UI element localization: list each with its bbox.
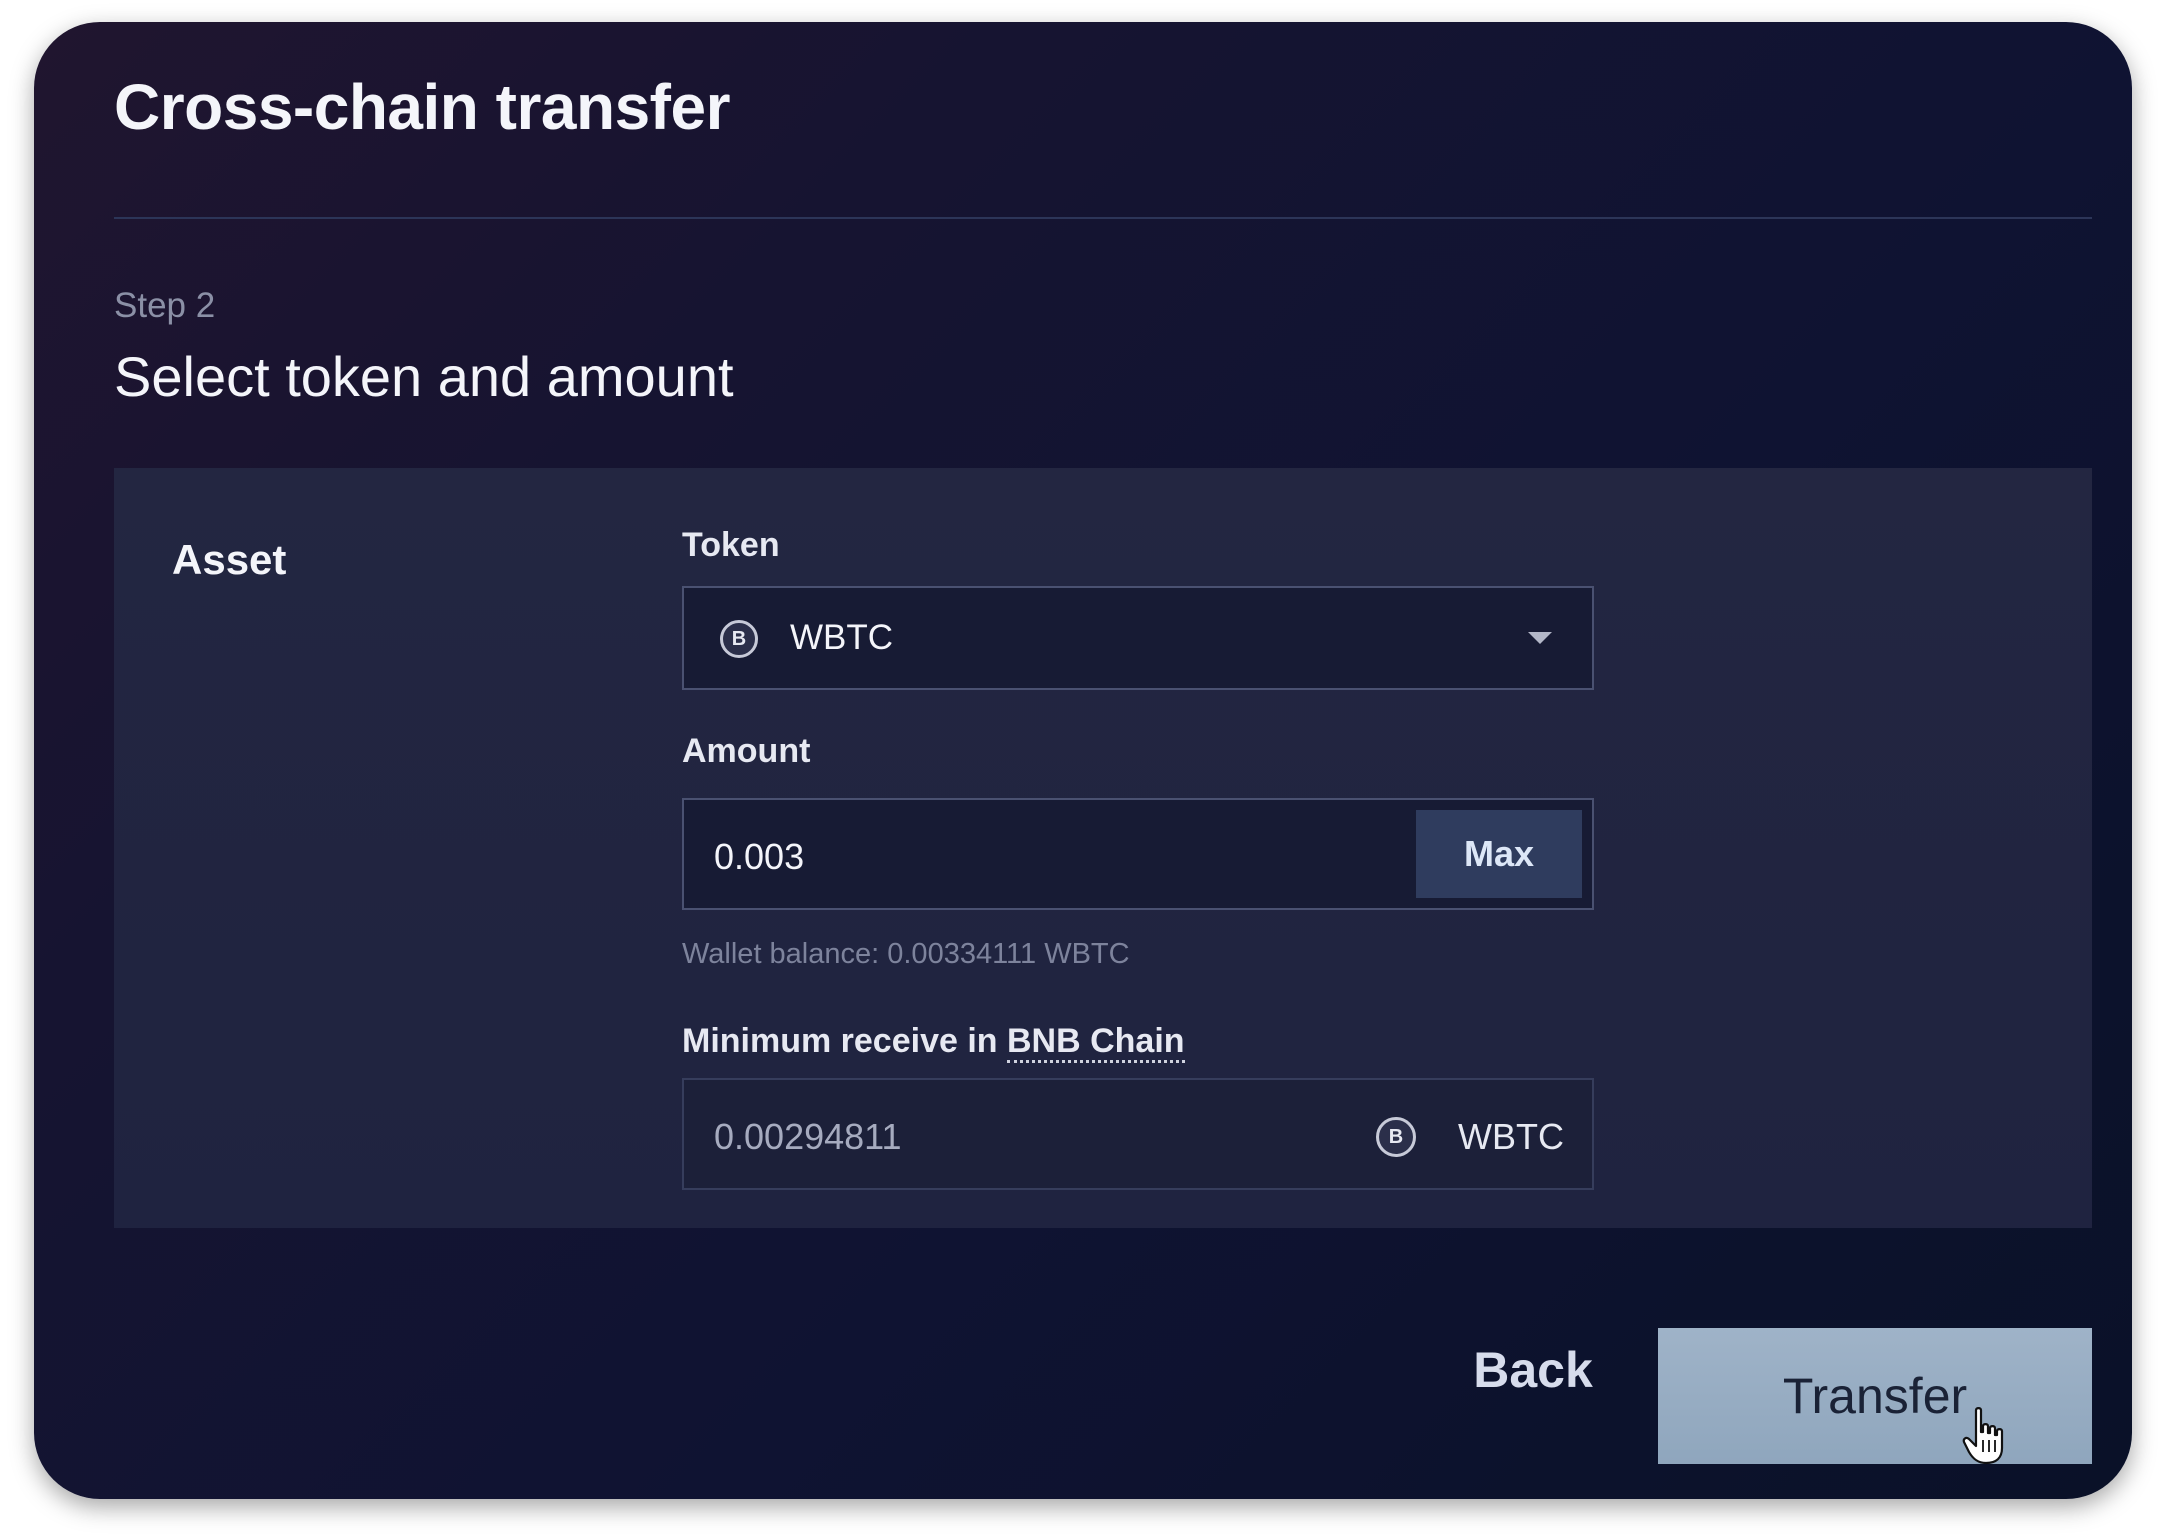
header-divider xyxy=(114,217,2092,219)
minimum-receive-label-prefix: Minimum receive in xyxy=(682,1022,1007,1060)
asset-section-title: Asset xyxy=(172,536,287,583)
amount-input[interactable]: 0.003 Max xyxy=(682,798,1594,910)
max-button[interactable]: Max xyxy=(1416,810,1582,898)
token-label: Token xyxy=(682,526,780,564)
transfer-button[interactable]: Transfer xyxy=(1658,1328,2092,1464)
chevron-down-icon[interactable] xyxy=(1528,632,1552,644)
hand-cursor-icon xyxy=(1962,1407,2004,1465)
amount-input-value[interactable]: 0.003 xyxy=(714,836,804,878)
bitcoin-icon: B xyxy=(1376,1117,1416,1157)
token-select-value: WBTC xyxy=(790,618,894,657)
minimum-receive-value: 0.00294811 xyxy=(714,1116,902,1157)
minimum-receive-token: WBTC xyxy=(1458,1116,1564,1157)
step-label: Step 2 xyxy=(114,286,216,325)
cross-chain-transfer-dialog: Cross-chain transfer Step 2 Select token… xyxy=(34,22,2132,1499)
chain-name-tooltip[interactable]: BNB Chain xyxy=(1007,1022,1185,1063)
wallet-balance-text: Wallet balance: 0.00334111 WBTC xyxy=(682,938,1130,970)
asset-panel: Asset Token B WBTC Amount 0.003 Max Wall… xyxy=(114,468,2092,1228)
amount-label: Amount xyxy=(682,732,811,770)
minimum-receive-field: 0.00294811 B WBTC xyxy=(682,1078,1594,1190)
back-button[interactable]: Back xyxy=(1408,1330,1658,1410)
dialog-title: Cross-chain transfer xyxy=(114,71,730,143)
bitcoin-icon: B xyxy=(720,620,758,658)
minimum-receive-label: Minimum receive in BNB Chain xyxy=(682,1022,1185,1063)
token-select[interactable]: B WBTC xyxy=(682,586,1594,690)
step-title: Select token and amount xyxy=(114,345,734,408)
